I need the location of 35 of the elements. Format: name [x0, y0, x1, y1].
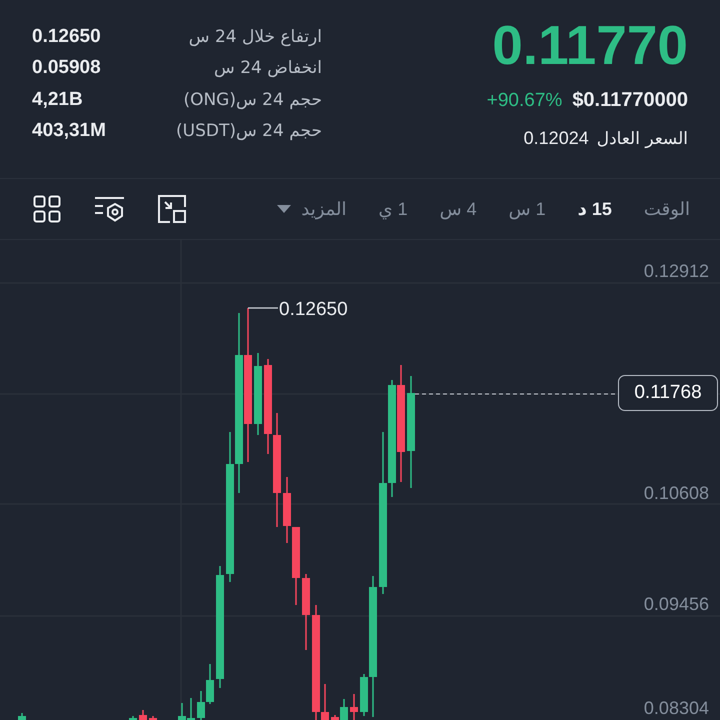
- stat-label: حجم 24 س(ONG): [183, 90, 322, 110]
- usd-price: $0.11770000: [572, 88, 688, 113]
- last-price-tag: 0.11768: [618, 375, 718, 411]
- candle: [139, 710, 147, 720]
- stat-label: حجم 24 س(USDT): [176, 121, 322, 142]
- fair-price-label: السعر العادل: [596, 128, 688, 151]
- interval-tab[interactable]: 1 ي: [378, 196, 408, 222]
- square-arrow-icon[interactable]: [158, 195, 186, 223]
- candle: [129, 716, 137, 720]
- stat-label: ارتفاع خلال 24 س: [188, 26, 322, 47]
- stat-value: 4,21B: [32, 88, 83, 111]
- high-price-label: 0.12650: [279, 299, 348, 320]
- caret-icon: [277, 205, 292, 213]
- high-price-leader-line: [248, 307, 278, 309]
- more-dropdown[interactable]: المزيد: [277, 196, 347, 222]
- price-axis-label: 0.12912: [644, 261, 709, 281]
- stat-value: 0.05908: [32, 57, 101, 80]
- candle: [18, 713, 26, 720]
- lines-hexagon-icon[interactable]: [94, 196, 125, 222]
- interval-tab[interactable]: 4 س: [440, 196, 477, 222]
- stat-label: انخفاض 24 س: [214, 58, 322, 78]
- grid-icon[interactable]: [33, 195, 61, 223]
- candle: [149, 716, 157, 720]
- stat-value: 0.12650: [32, 26, 101, 48]
- candle: [350, 694, 358, 720]
- fair-price-value: 0.12024: [524, 127, 589, 150]
- time-label: الوقت: [644, 198, 690, 220]
- interval-tab[interactable]: 15 د: [578, 196, 612, 222]
- last-price: 0.11770: [492, 17, 688, 73]
- price-axis-label: 0.09456: [644, 594, 709, 614]
- interval-tab[interactable]: 1 س: [508, 196, 546, 222]
- stat-value: 403,31M: [32, 120, 106, 142]
- price-change-percent: +90.67%: [486, 89, 562, 113]
- price-axis-label: 0.08304: [644, 698, 709, 718]
- price-axis-label: 0.10608: [644, 483, 709, 503]
